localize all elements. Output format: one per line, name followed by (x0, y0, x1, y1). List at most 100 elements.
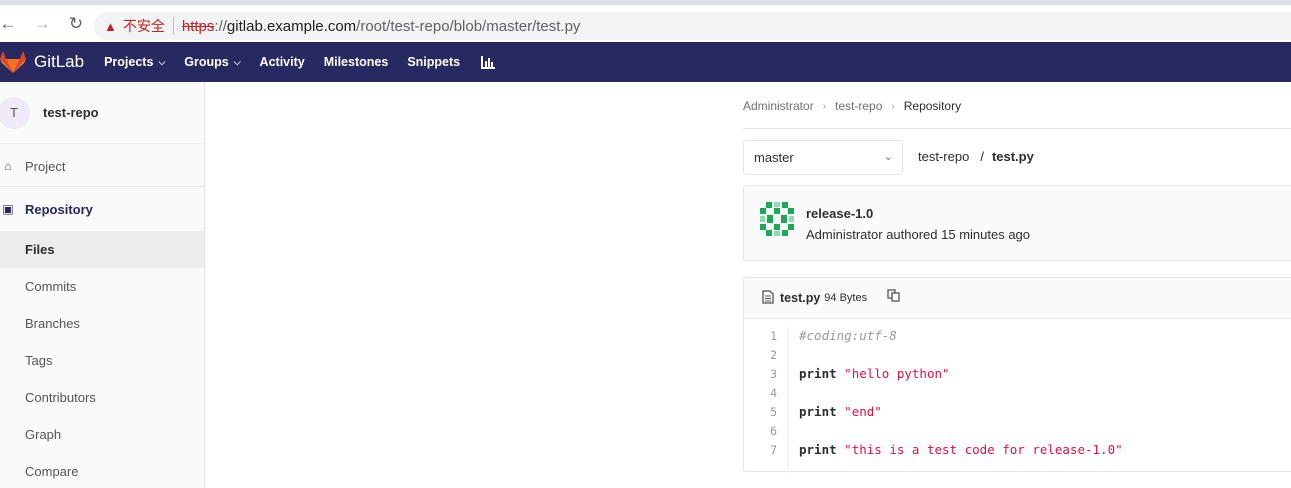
home-icon: ⌂ (4, 159, 12, 173)
sidebar-item-label: Branches (25, 316, 80, 331)
sidebar-project-header[interactable]: T test-repo (0, 82, 204, 144)
nav-snippets[interactable]: Snippets (407, 55, 460, 69)
breadcrumb-current[interactable]: Repository (904, 99, 961, 113)
warning-icon[interactable]: ▲ (104, 19, 117, 34)
code-token: "hello python" (844, 366, 950, 381)
nav-milestones-label: Milestones (323, 55, 389, 69)
forward-icon[interactable]: → (28, 10, 56, 38)
reload-icon[interactable]: ↻ (62, 10, 90, 38)
file-header: test.py 94 Bytes (744, 278, 1291, 319)
code-line: 2 (744, 345, 1291, 364)
browser-toolbar: ← → ↻ ▲ 不安全 https://gitlab.example.com/r… (0, 0, 1291, 42)
url-scheme: https (181, 17, 215, 35)
project-sidebar: T test-repo ⌂ Project ▣ Repository Files… (0, 82, 205, 488)
path-root-link[interactable]: test-repo (918, 149, 969, 164)
chevron-down-icon: ⌵ (233, 56, 241, 67)
nav-activity-label: Activity (259, 55, 305, 69)
line-number[interactable]: 1 (744, 329, 788, 343)
nav-milestones[interactable]: Milestones (324, 55, 389, 69)
url-scheme-separator: :// (214, 17, 227, 35)
commit-title-link[interactable]: release-1.0 (806, 206, 873, 221)
chart-icon[interactable] (481, 55, 496, 69)
file-text-icon (762, 289, 774, 307)
code-token: print (799, 442, 837, 457)
nav-activity[interactable]: Activity (260, 55, 305, 69)
code-line: 3 print "hello python" (744, 364, 1291, 383)
gitlab-brand[interactable]: GitLab (34, 52, 84, 72)
chevron-right-icon: › (822, 100, 827, 112)
sidebar-item-label: Commits (25, 279, 77, 294)
gitlab-logo-icon[interactable] (0, 50, 26, 74)
code-line: 1 #coding:utf-8 (744, 326, 1291, 345)
sidebar-item-label: Tags (25, 353, 53, 368)
sidebar-item-label: Files (25, 242, 55, 257)
chevron-right-icon: › (891, 100, 895, 112)
sidebar-item-repository[interactable]: ▣ Repository (0, 186, 204, 231)
sidebar-item-project[interactable]: ⌂ Project (0, 146, 204, 186)
sidebar-item-label: Contributors (25, 390, 96, 405)
top-navbar: GitLab Projects ⌵ Groups ⌵ Activity Milest… (0, 42, 1291, 82)
file-size: 94 Bytes (824, 292, 868, 304)
url-path: /root/test-repo/blob/master/test.py (356, 17, 581, 35)
nav-projects-label: Projects (104, 55, 154, 69)
url-host: gitlab.example.com (226, 17, 357, 35)
avatar[interactable]: T (0, 96, 30, 129)
nav-groups-label: Groups (184, 55, 229, 69)
line-number[interactable]: 6 (744, 424, 788, 438)
code-line: 5 print "end" (744, 402, 1291, 421)
file-path: test-repo / test.py (918, 149, 1034, 164)
sidebar-item-branches[interactable]: Branches (0, 305, 204, 342)
insecure-label[interactable]: 不安全 (123, 16, 165, 36)
identicon-avatar[interactable] (760, 202, 794, 241)
commit-meta: Administrator authored 15 minutes ago (806, 227, 1031, 242)
line-source: #coding:utf-8 (788, 328, 897, 343)
breadcrumb-item[interactable]: Administrator (743, 99, 814, 113)
sidebar-item-label: Repository (25, 201, 93, 217)
address-bar[interactable]: ▲ 不安全 https://gitlab.example.com/root/te… (94, 12, 1291, 40)
sidebar-item-contributors[interactable]: Contributors (0, 379, 204, 416)
path-file-name[interactable]: test.py (992, 149, 1034, 164)
back-icon[interactable]: ← (0, 10, 22, 38)
sidebar-project-name[interactable]: test-repo (43, 105, 99, 120)
line-source: print "this is a test code for release-1… (788, 442, 1123, 457)
file-name: test.py (780, 291, 821, 305)
breadcrumb-divider (743, 128, 1291, 129)
nav-projects[interactable]: Projects ⌵ (104, 55, 165, 69)
code-line: 4 (744, 383, 1291, 402)
sidebar-item-files[interactable]: Files (0, 231, 204, 268)
nav-snippets-label: Snippets (407, 55, 461, 69)
line-source: print "hello python" (788, 366, 950, 381)
code-token: print (799, 404, 837, 419)
line-number[interactable]: 5 (744, 405, 788, 419)
path-separator: / (980, 149, 984, 164)
code-token: "end" (844, 404, 882, 419)
branch-select-value: master (754, 150, 794, 165)
line-number[interactable]: 4 (744, 386, 788, 400)
chevron-down-icon: ⌵ (158, 56, 166, 67)
code-token: print (799, 366, 837, 381)
gutter-divider (788, 326, 789, 473)
omnibox-divider (172, 17, 174, 35)
line-number[interactable]: 2 (744, 348, 788, 362)
sidebar-item-tags[interactable]: Tags (0, 342, 204, 379)
last-commit-panel: release-1.0 Administrator authored 15 mi… (743, 185, 1291, 261)
chevron-down-icon: ⌄ (883, 151, 893, 163)
line-source: print "end" (788, 404, 882, 419)
sidebar-item-graph[interactable]: Graph (0, 416, 204, 453)
code-line: 7 print "this is a test code for release-… (744, 440, 1291, 459)
code-line: 6 (744, 421, 1291, 440)
copy-path-icon[interactable] (887, 288, 900, 302)
code-token: #coding:utf-8 (799, 328, 897, 343)
code-token: "this is a test code for release-1.0" (844, 442, 1123, 457)
line-number[interactable]: 7 (744, 443, 788, 457)
sidebar-item-commits[interactable]: Commits (0, 268, 204, 305)
sidebar-item-label: Project (25, 158, 66, 174)
breadcrumb-item[interactable]: test-repo (835, 99, 882, 113)
sidebar-item-label: Compare (25, 464, 79, 479)
sidebar-item-label: Graph (25, 427, 62, 442)
code-block: 1 #coding:utf-8 2 3 print "hello python" 4 5 pr… (744, 326, 1291, 473)
branch-select[interactable]: master ⌄ (743, 140, 903, 175)
line-number[interactable]: 3 (744, 367, 788, 381)
nav-groups[interactable]: Groups ⌵ (184, 55, 240, 69)
sidebar-item-compare[interactable]: Compare (0, 453, 204, 488)
